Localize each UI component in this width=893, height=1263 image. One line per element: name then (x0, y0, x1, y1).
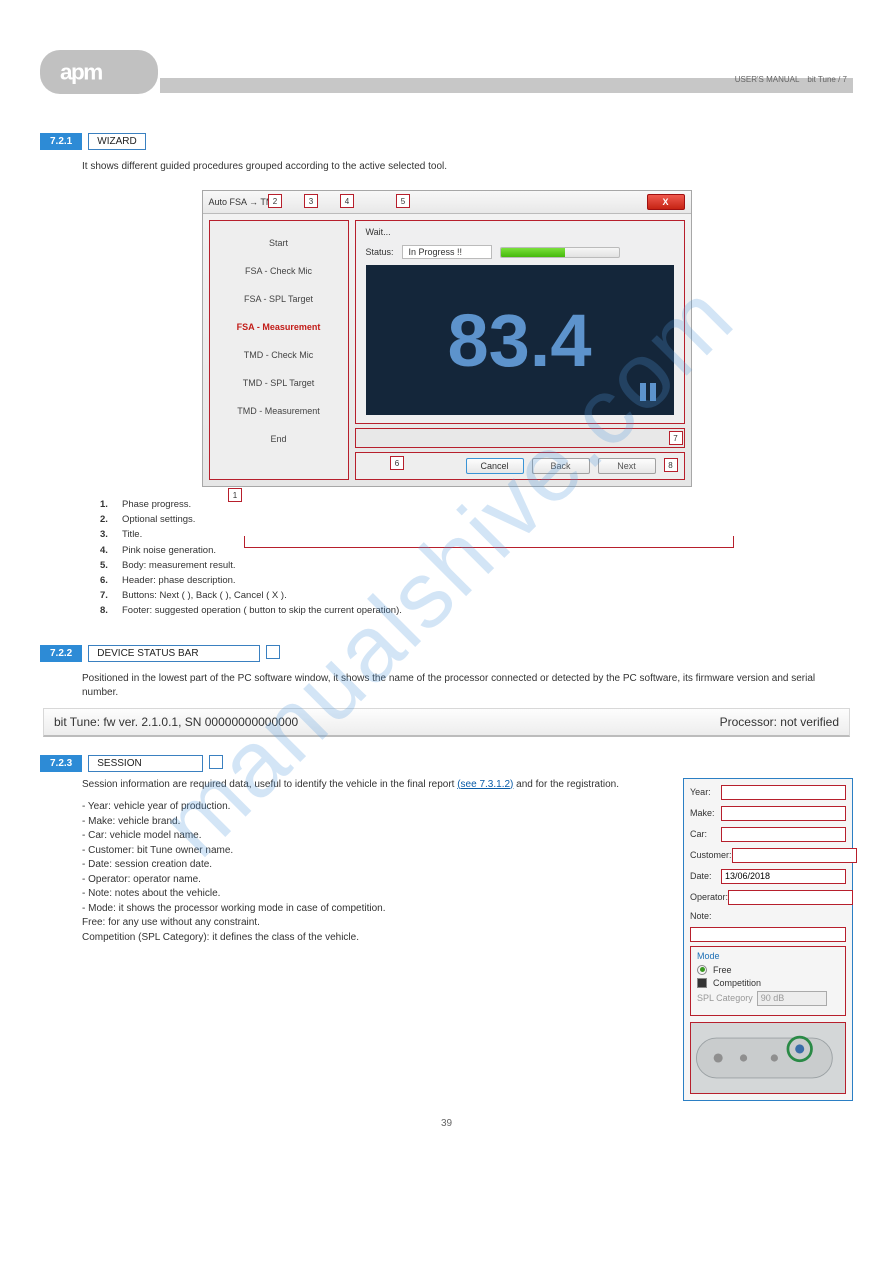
session-panel: Year: Make: Car: Customer: Date: Operato… (683, 778, 853, 1101)
pause-icon[interactable] (640, 383, 656, 401)
mode-free-row[interactable]: Free (697, 965, 839, 975)
section-721-num: 7.2.1 (40, 133, 82, 150)
header-caption: USER'S MANUAL bit Tune / 7 (735, 75, 847, 84)
nav-fsa-spl-target[interactable]: FSA - SPL Target (210, 285, 348, 313)
section-723-header: 7.2.3 SESSION (40, 755, 853, 772)
section-722-body: Positioned in the lowest part of the PC … (40, 668, 853, 704)
frame-bottom (244, 536, 734, 548)
section-723-accent (209, 755, 223, 769)
nav-tmd-check-mic[interactable]: TMD - Check Mic (210, 341, 348, 369)
back-button[interactable]: Back (532, 458, 590, 474)
nav-tmd-measurement[interactable]: TMD - Measurement (210, 397, 348, 425)
see-7312-link[interactable]: (see 7.3.1.2) (457, 779, 513, 790)
callout-1: 1 (228, 488, 242, 502)
apm-logo-svg: apm (53, 57, 145, 87)
callout-2: 2 (268, 194, 282, 208)
nav-fsa-measurement[interactable]: FSA - Measurement (210, 313, 348, 341)
next-button[interactable]: Next (598, 458, 656, 474)
mode-competition-row[interactable]: Competition (697, 978, 839, 988)
date-input[interactable] (721, 869, 846, 884)
callout-6: 6 (390, 456, 404, 470)
status-right: Processor: not verified (720, 715, 839, 729)
status-value: In Progress !! (402, 245, 492, 259)
section-723-title: SESSION (88, 755, 202, 772)
nav-start[interactable]: Start (210, 229, 348, 257)
button-row: Cancel Back Next 8 (355, 452, 685, 480)
car-label: Car: (690, 829, 721, 839)
operator-input[interactable] (728, 890, 853, 905)
callout-5: 5 (396, 194, 410, 208)
status-box: Wait... Status: In Progress !! 83.4 (355, 220, 685, 424)
svg-text:apm: apm (60, 60, 102, 85)
section-721-header: 7.2.1 WIZARD (40, 133, 853, 150)
callout-3: 3 (304, 194, 318, 208)
car-diagram (690, 1022, 846, 1094)
customer-label: Customer: (690, 850, 732, 860)
header-caption-right: bit Tune / 7 (807, 75, 847, 84)
section-721-title: WIZARD (88, 133, 145, 150)
car-input[interactable] (721, 827, 846, 842)
nav-end[interactable]: End (210, 425, 348, 453)
mode-box: Mode Free Competition SPL Category (690, 946, 846, 1016)
callout-7: 7 (669, 431, 683, 445)
section-722-num: 7.2.2 (40, 645, 82, 662)
note-label: Note: (690, 911, 746, 921)
callout-8: 8 (664, 458, 678, 472)
year-input[interactable] (721, 785, 846, 800)
cancel-button[interactable]: Cancel (466, 458, 524, 474)
mode-title: Mode (697, 951, 839, 961)
date-label: Date: (690, 871, 721, 881)
section-722-accent (266, 645, 280, 659)
radio-free-icon (697, 965, 707, 975)
section-721-body: It shows different guided procedures gro… (40, 156, 853, 178)
callout-legend: 1.Phase progress. 2.Optional settings. 3… (100, 497, 793, 619)
footer-hint-box: 7 (355, 428, 685, 448)
spl-value: 83.4 (447, 298, 591, 383)
device-status-bar: bit Tune: fw ver. 2.1.0.1, SN 0000000000… (43, 708, 850, 737)
section-722-header: 7.2.2 DEVICE STATUS BAR (40, 645, 853, 662)
status-left: bit Tune: fw ver. 2.1.0.1, SN 0000000000… (54, 715, 298, 729)
section-723-body: Session information are required data, u… (40, 778, 663, 1101)
customer-input[interactable] (732, 848, 857, 863)
nav-fsa-check-mic[interactable]: FSA - Check Mic (210, 257, 348, 285)
section-722-title: DEVICE STATUS BAR (88, 645, 259, 662)
section-723-num: 7.2.3 (40, 755, 82, 772)
mode-competition-label: Competition (713, 978, 761, 988)
make-input[interactable] (721, 806, 846, 821)
progress-bar (500, 247, 620, 258)
radio-competition-icon (697, 978, 707, 988)
spl-category-select[interactable] (757, 991, 827, 1006)
nav-tmd-spl-target[interactable]: TMD - SPL Target (210, 369, 348, 397)
make-label: Make: (690, 808, 721, 818)
wait-label: Wait... (366, 227, 674, 237)
status-label: Status: (366, 247, 394, 257)
header-caption-left: USER'S MANUAL (735, 75, 800, 84)
close-icon: X (662, 197, 668, 207)
operator-label: Operator: (690, 892, 728, 902)
note-input[interactable] (690, 927, 846, 942)
spl-panel: 83.4 (366, 265, 674, 415)
spl-category-label: SPL Category (697, 993, 753, 1003)
wizard-sidebar: Start FSA - Check Mic FSA - SPL Target F… (209, 220, 349, 480)
callout-4: 4 (340, 194, 354, 208)
year-label: Year: (690, 787, 721, 797)
mode-free-label: Free (713, 965, 732, 975)
dialog-close-button[interactable]: X (647, 194, 685, 210)
page-number: 39 (441, 1118, 452, 1129)
wizard-dialog: Auto FSA → TMD X Start FSA - Check Mic F… (202, 190, 692, 487)
apm-logo: apm (40, 50, 158, 94)
header-bar: USER'S MANUAL bit Tune / 7 (160, 78, 853, 93)
